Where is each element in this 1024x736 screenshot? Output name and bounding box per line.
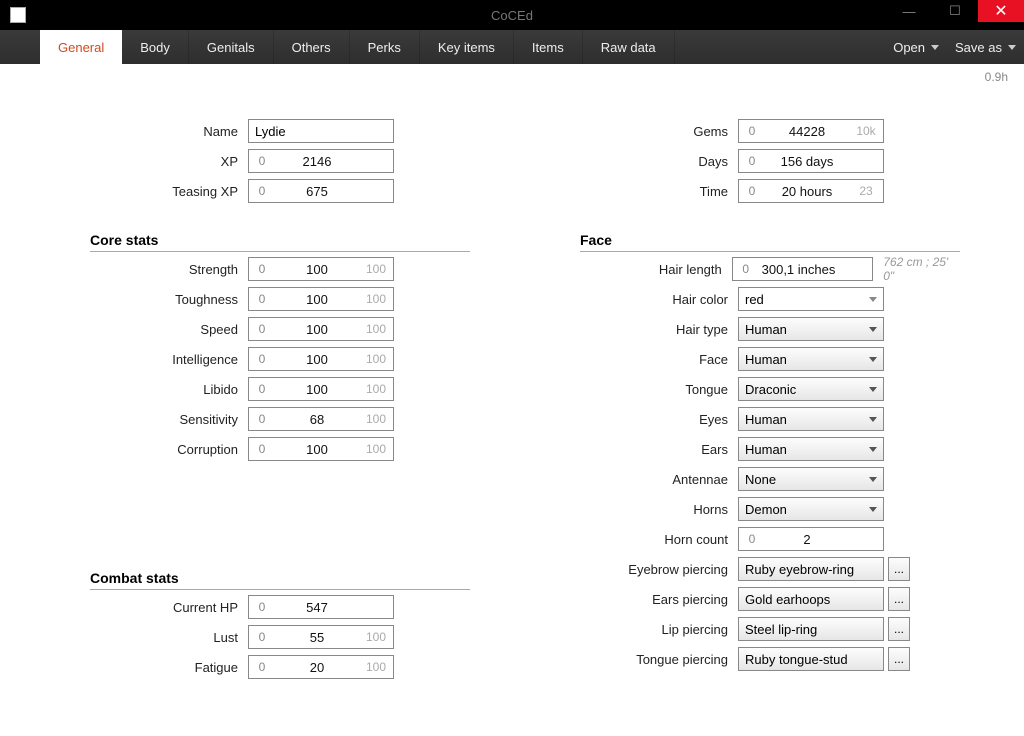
hair-type-combo[interactable]: Human (738, 317, 884, 341)
core-stat-label-6: Corruption (40, 442, 248, 457)
maximize-button[interactable]: ☐ (932, 0, 978, 22)
ears-piercing-picker[interactable]: Gold earhoops (738, 587, 884, 611)
core-stat-label-4: Libido (40, 382, 248, 397)
horn-count-spinner[interactable]: 0 2 (738, 527, 884, 551)
core-stat-spinner-2[interactable]: 0100100 (248, 317, 394, 341)
eyes-combo[interactable]: Human (738, 407, 884, 431)
tab-general[interactable]: General (40, 30, 122, 64)
tab-body[interactable]: Body (122, 30, 189, 64)
horns-label: Horns (530, 502, 738, 517)
ears-label: Ears (530, 442, 738, 457)
tab-perks[interactable]: Perks (350, 30, 420, 64)
ears-combo[interactable]: Human (738, 437, 884, 461)
hair-color-combo[interactable]: red (738, 287, 884, 311)
ears-piercing-label: Ears piercing (530, 592, 738, 607)
ears-piercing-browse-button[interactable]: ... (888, 587, 910, 611)
teasing-xp-label: Teasing XP (40, 184, 248, 199)
time-spinner[interactable]: 0 20 hours 23 (738, 179, 884, 203)
gems-label: Gems (530, 124, 738, 139)
xp-spinner[interactable]: 0 2146 (248, 149, 394, 173)
tongue-piercing-label: Tongue piercing (530, 652, 738, 667)
face-title: Face (580, 232, 960, 252)
combat-stat-spinner-1[interactable]: 055100 (248, 625, 394, 649)
name-input[interactable] (248, 119, 394, 143)
combat-stat-spinner-2[interactable]: 020100 (248, 655, 394, 679)
tongue-piercing-browse-button[interactable]: ... (888, 647, 910, 671)
saveas-menu[interactable]: Save as (955, 40, 1016, 55)
days-spinner[interactable]: 0 156 days (738, 149, 884, 173)
tab-bar: General Body Genitals Others Perks Key i… (0, 30, 1024, 64)
horns-combo[interactable]: Demon (738, 497, 884, 521)
xp-label: XP (40, 154, 248, 169)
lip-piercing-browse-button[interactable]: ... (888, 617, 910, 641)
hair-color-label: Hair color (530, 292, 738, 307)
time-label: Time (530, 184, 738, 199)
core-stat-spinner-5[interactable]: 068100 (248, 407, 394, 431)
chevron-down-icon (1008, 45, 1016, 50)
eyebrow-piercing-browse-button[interactable]: ... (888, 557, 910, 581)
lip-piercing-label: Lip piercing (530, 622, 738, 637)
combat-stat-label-2: Fatigue (40, 660, 248, 675)
core-stat-spinner-6[interactable]: 0100100 (248, 437, 394, 461)
tab-genitals[interactable]: Genitals (189, 30, 274, 64)
tongue-label: Tongue (530, 382, 738, 397)
content-area: 0.9h Name XP 0 2146 (0, 64, 1024, 736)
combat-stats-title: Combat stats (90, 570, 470, 590)
antennae-label: Antennae (530, 472, 738, 487)
titlebar: CoCEd — ☐ ✕ (0, 0, 1024, 30)
hair-length-hint: 762 cm ; 25' 0" (883, 255, 960, 283)
face-combo[interactable]: Human (738, 347, 884, 371)
core-stat-label-5: Sensitivity (40, 412, 248, 427)
hair-type-label: Hair type (530, 322, 738, 337)
gems-spinner[interactable]: 0 44228 10k (738, 119, 884, 143)
core-stats-title: Core stats (90, 232, 470, 252)
core-stat-spinner-1[interactable]: 0100100 (248, 287, 394, 311)
window-title: CoCEd (491, 8, 533, 23)
horn-count-label: Horn count (530, 532, 738, 547)
close-button[interactable]: ✕ (978, 0, 1024, 22)
open-menu[interactable]: Open (893, 40, 939, 55)
tab-items[interactable]: Items (514, 30, 583, 64)
minimize-button[interactable]: — (886, 0, 932, 22)
combat-stat-label-1: Lust (40, 630, 248, 645)
antennae-combo[interactable]: None (738, 467, 884, 491)
core-stat-label-2: Speed (40, 322, 248, 337)
app-icon (10, 7, 26, 23)
core-stat-label-1: Toughness (40, 292, 248, 307)
chevron-down-icon (931, 45, 939, 50)
tab-others[interactable]: Others (274, 30, 350, 64)
hair-length-spinner[interactable]: 0 300,1 inches (732, 257, 873, 281)
lip-piercing-picker[interactable]: Steel lip-ring (738, 617, 884, 641)
hair-length-label: Hair length (530, 262, 732, 277)
core-stat-spinner-4[interactable]: 0100100 (248, 377, 394, 401)
version-label: 0.9h (985, 70, 1008, 84)
combat-stat-spinner-0[interactable]: 0547 (248, 595, 394, 619)
core-stat-label-0: Strength (40, 262, 248, 277)
core-stat-spinner-0[interactable]: 0100100 (248, 257, 394, 281)
core-stat-spinner-3[interactable]: 0100100 (248, 347, 394, 371)
tab-key-items[interactable]: Key items (420, 30, 514, 64)
tongue-piercing-picker[interactable]: Ruby tongue-stud (738, 647, 884, 671)
tongue-combo[interactable]: Draconic (738, 377, 884, 401)
teasing-xp-spinner[interactable]: 0 675 (248, 179, 394, 203)
core-stat-label-3: Intelligence (40, 352, 248, 367)
combat-stat-label-0: Current HP (40, 600, 248, 615)
eyes-label: Eyes (530, 412, 738, 427)
face-label: Face (530, 352, 738, 367)
name-label: Name (40, 124, 248, 139)
eyebrow-piercing-picker[interactable]: Ruby eyebrow-ring (738, 557, 884, 581)
days-label: Days (530, 154, 738, 169)
eyebrow-piercing-label: Eyebrow piercing (530, 562, 738, 577)
tab-raw-data[interactable]: Raw data (583, 30, 675, 64)
